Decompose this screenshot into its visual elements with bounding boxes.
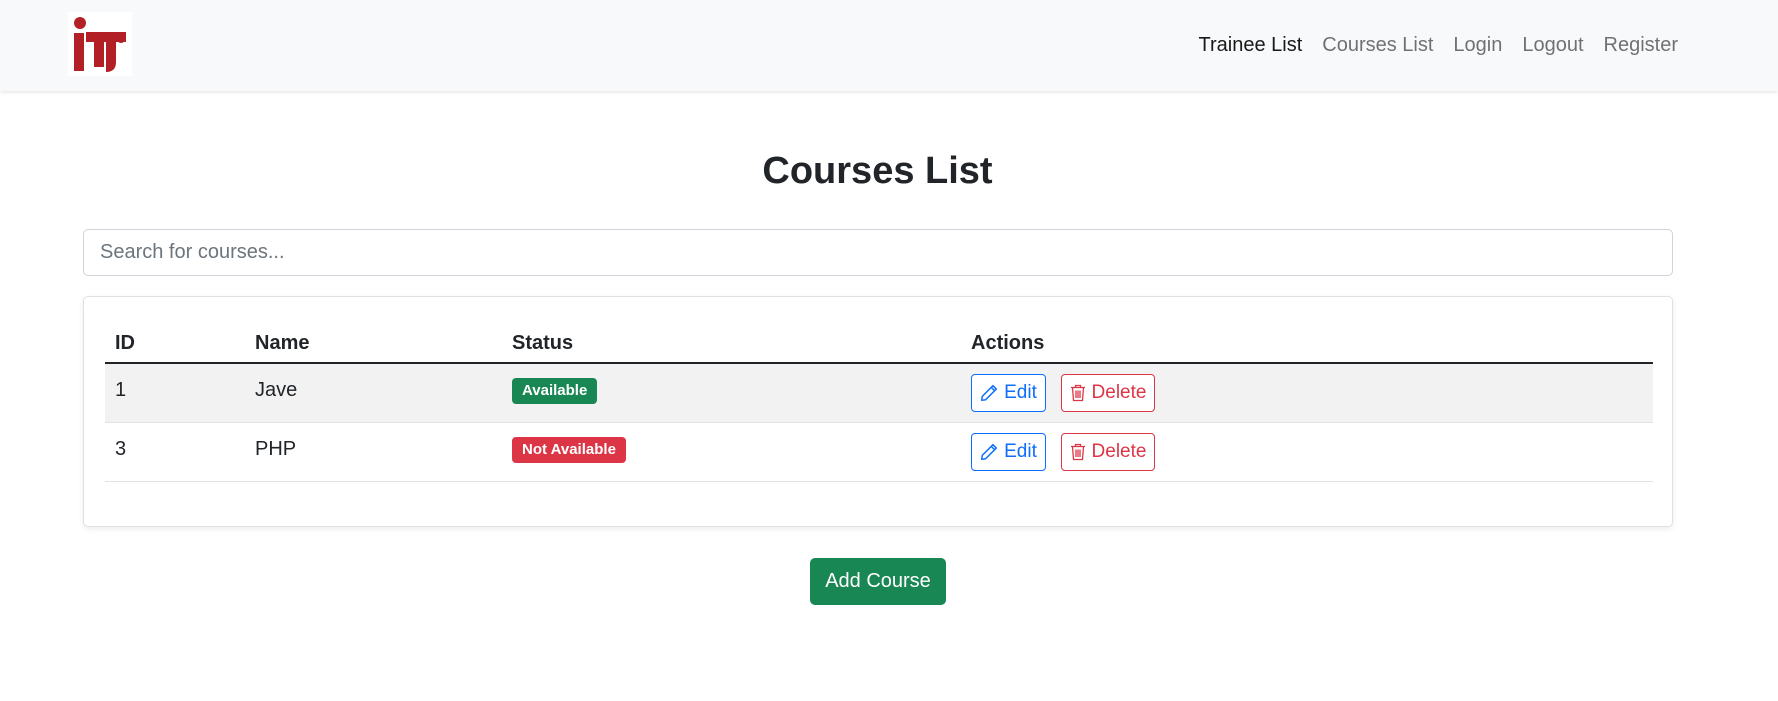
iti-logo[interactable]: [68, 12, 132, 76]
delete-button[interactable]: Delete: [1061, 374, 1155, 412]
nav-link-trainee-list[interactable]: Trainee List: [1199, 34, 1303, 57]
header-status: Status: [512, 332, 574, 354]
navbar: Trainee List Courses List Login Logout R…: [0, 0, 1778, 91]
pencil-icon: [981, 384, 998, 402]
trash-icon: [1070, 384, 1085, 402]
delete-label: Delete: [1091, 441, 1147, 462]
nav-link-logout[interactable]: Logout: [1522, 34, 1583, 57]
delete-label: Delete: [1091, 382, 1147, 403]
courses-table: ID Name Status Actions 1 Jave Available …: [105, 317, 1653, 482]
table-row: 3 PHP Not Available Edit Delete: [105, 423, 1653, 482]
status-badge: Not Available: [512, 437, 626, 463]
trash-icon: [1070, 443, 1085, 461]
status-badge: Available: [512, 378, 598, 404]
nav-link-courses-list[interactable]: Courses List: [1322, 34, 1433, 57]
cell-id: 1: [115, 379, 127, 401]
nav-links: Trainee List Courses List Login Logout R…: [1199, 0, 1679, 91]
courses-card: ID Name Status Actions 1 Jave Available …: [83, 296, 1673, 527]
cell-name: Jave: [255, 379, 298, 401]
search-input[interactable]: [83, 229, 1673, 276]
edit-label: Edit: [1004, 382, 1037, 403]
edit-label: Edit: [1004, 441, 1037, 462]
pencil-icon: [981, 443, 998, 461]
edit-button[interactable]: Edit: [971, 374, 1046, 412]
header-actions: Actions: [971, 332, 1045, 354]
table-row: 1 Jave Available Edit Delete: [105, 364, 1653, 423]
nav-link-register[interactable]: Register: [1604, 34, 1678, 57]
header-id: ID: [115, 332, 135, 354]
add-course-button[interactable]: Add Course: [810, 558, 946, 605]
cell-name: PHP: [255, 438, 297, 460]
cell-id: 3: [115, 438, 127, 460]
edit-button[interactable]: Edit: [971, 433, 1046, 471]
nav-link-login[interactable]: Login: [1453, 34, 1502, 57]
page-title: Courses List: [762, 150, 993, 192]
table-header: ID Name Status Actions: [105, 317, 1653, 364]
delete-button[interactable]: Delete: [1061, 433, 1155, 471]
header-name: Name: [255, 332, 310, 354]
